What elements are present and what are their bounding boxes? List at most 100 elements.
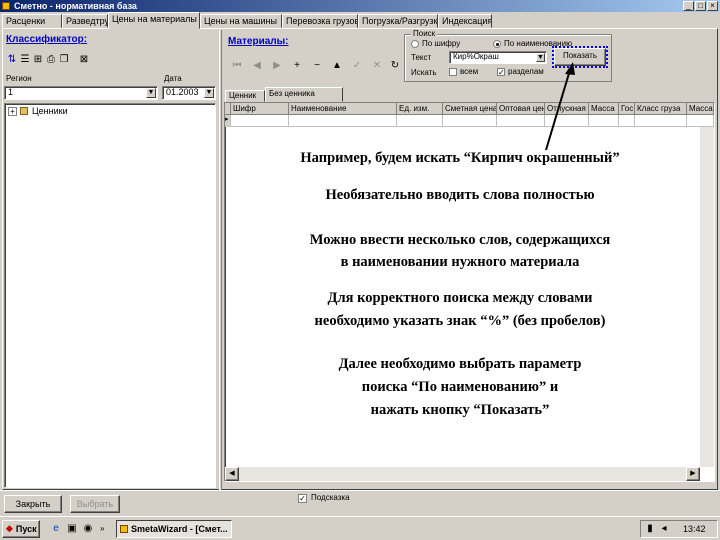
- radio-dot: [496, 43, 499, 46]
- col-gos[interactable]: Гос: [619, 103, 635, 115]
- materials-title[interactable]: Материалы:: [228, 36, 289, 47]
- print-icon[interactable]: ⎙: [45, 54, 57, 66]
- sort-icon[interactable]: ⇅: [6, 54, 18, 66]
- copy-icon[interactable]: ❐: [58, 54, 70, 66]
- add-icon[interactable]: +: [290, 60, 304, 72]
- search-scope-label: Искать: [411, 68, 437, 77]
- expand-icon[interactable]: ⊞: [32, 54, 44, 66]
- tree-root-item[interactable]: Ценники: [32, 106, 68, 116]
- text-label: Текст: [411, 53, 432, 62]
- tab-loading[interactable]: Погрузка/Разгрузка: [358, 14, 438, 28]
- arrow-head: [565, 62, 575, 75]
- cancel-icon[interactable]: ✕: [370, 60, 384, 72]
- close-small-icon[interactable]: ⊠: [78, 54, 90, 66]
- list-icon[interactable]: ☰: [19, 54, 31, 66]
- delete-icon[interactable]: −: [310, 60, 324, 72]
- app-icon: [2, 2, 10, 10]
- cell[interactable]: [635, 115, 687, 127]
- cell[interactable]: [289, 115, 397, 127]
- refresh-icon[interactable]: ↻: [388, 60, 402, 72]
- classifier-title[interactable]: Классификатор:: [6, 34, 87, 45]
- hint-checkbox-label: Подсказка: [311, 493, 350, 502]
- minimize-button[interactable]: _: [683, 1, 694, 11]
- radio-by-code[interactable]: [411, 40, 419, 48]
- task-smetawizard[interactable]: SmetaWizard - [Смет...: [116, 520, 232, 538]
- desktop-icon[interactable]: ▣: [66, 523, 78, 535]
- close-button[interactable]: ×: [707, 1, 718, 11]
- confirm-icon[interactable]: ✓: [350, 60, 364, 72]
- task-label: SmetaWizard - [Смет...: [131, 524, 228, 534]
- col-name[interactable]: Наименование: [289, 103, 397, 115]
- title-bar: Сметно - нормативная база _ □ ×: [0, 0, 720, 12]
- select-button[interactable]: Выбрать: [70, 495, 120, 513]
- region-label: Регион: [6, 74, 32, 83]
- tab-material-prices[interactable]: Цены на материалы: [108, 12, 200, 29]
- col-mass[interactable]: Масса: [589, 103, 619, 115]
- cell[interactable]: [497, 115, 545, 127]
- subtab-without-price[interactable]: Без ценника: [265, 87, 343, 102]
- media-icon[interactable]: ◉: [82, 523, 94, 535]
- tab-machine-prices[interactable]: Цены на машины: [200, 14, 282, 28]
- maximize-button[interactable]: □: [695, 1, 706, 11]
- language-icon[interactable]: ▮: [645, 523, 655, 535]
- next-record-icon[interactable]: ▶: [270, 60, 284, 72]
- main-tabs: Расценки Разведтруда Цены на материалы Ц…: [0, 12, 720, 29]
- col-mass2[interactable]: Масса: [687, 103, 714, 115]
- hint-checkbox[interactable]: ✓: [298, 494, 307, 503]
- note-select-param-3: нажать кнопку “Показать”: [370, 402, 550, 418]
- tab-cargo[interactable]: Перевозка грузов: [282, 14, 358, 28]
- tab-indexation[interactable]: Индексация: [438, 14, 492, 28]
- splitter[interactable]: [219, 30, 222, 490]
- note-select-param-2: поиска “По наименованию” и: [361, 379, 559, 395]
- classifier-toolbar: ⇅ ☰ ⊞ ⎙ ❐ ⊠: [6, 54, 96, 68]
- ie-icon[interactable]: e: [50, 523, 62, 535]
- note-multiple-words-2: в наименовании нужного материала: [340, 254, 580, 270]
- classifier-tree[interactable]: + Ценники: [4, 103, 216, 488]
- search-dropdown-icon[interactable]: ▼: [536, 53, 545, 62]
- quicklaunch-chevron[interactable]: »: [100, 524, 104, 533]
- check-all[interactable]: [449, 68, 457, 76]
- col-wholesale-price[interactable]: Оптовая цена: [497, 103, 545, 115]
- prev-record-icon[interactable]: ◀: [250, 60, 264, 72]
- cell[interactable]: [589, 115, 619, 127]
- search-text-value: Кир%Окраш: [453, 52, 499, 61]
- close-dialog-button[interactable]: Закрыть: [4, 495, 62, 513]
- region-dropdown-icon[interactable]: ▼: [146, 88, 156, 98]
- system-tray: ▮ ◂ 13:42: [640, 520, 718, 538]
- scroll-left-icon[interactable]: ◀: [225, 467, 239, 481]
- note-partial-words: Необязательно вводить слова полностью: [325, 187, 595, 203]
- clock: 13:42: [683, 524, 706, 534]
- start-button[interactable]: ❖ Пуск: [2, 520, 40, 538]
- subtab-with-price[interactable]: Ценник: [225, 90, 265, 102]
- tab-labor[interactable]: Разведтруда: [62, 14, 108, 28]
- region-value: 1: [8, 87, 14, 97]
- col-code[interactable]: Шифр: [231, 103, 289, 115]
- horizontal-scrollbar[interactable]: [225, 467, 700, 481]
- cell[interactable]: [397, 115, 443, 127]
- col-cargo-class[interactable]: Класс груза: [635, 103, 687, 115]
- radio-by-name[interactable]: [493, 40, 501, 48]
- search-text-input[interactable]: Кир%Окраш: [449, 51, 547, 64]
- vertical-scrollbar[interactable]: [700, 127, 714, 467]
- radio-by-code-label: По шифру: [422, 39, 461, 48]
- up-icon[interactable]: ▲: [330, 60, 344, 72]
- cell[interactable]: [231, 115, 289, 127]
- col-estimate-price[interactable]: Сметная цена: [443, 103, 497, 115]
- check-sections[interactable]: ✓: [497, 68, 505, 77]
- cell[interactable]: [687, 115, 714, 127]
- note-separator-1: Для корректного поиска между словами: [327, 290, 593, 306]
- search-group-title: Поиск: [411, 29, 438, 38]
- note-select-param-1: Далее необходимо выбрать параметр: [338, 356, 582, 372]
- date-dropdown-icon[interactable]: ▼: [204, 88, 214, 98]
- cell[interactable]: [443, 115, 497, 127]
- tree-expand-icon[interactable]: +: [8, 107, 17, 116]
- col-unit[interactable]: Ед. изм.: [397, 103, 443, 115]
- region-select[interactable]: 1: [4, 86, 158, 100]
- volume-icon[interactable]: ◂: [659, 523, 669, 535]
- scroll-right-icon[interactable]: ▶: [686, 467, 700, 481]
- note-multiple-words-1: Можно ввести несколько слов, содержащихс…: [309, 232, 611, 248]
- first-record-icon[interactable]: ⏮: [230, 60, 244, 72]
- check-sections-label: разделам: [508, 67, 544, 76]
- tab-rates[interactable]: Расценки: [2, 14, 62, 28]
- cell[interactable]: [619, 115, 635, 127]
